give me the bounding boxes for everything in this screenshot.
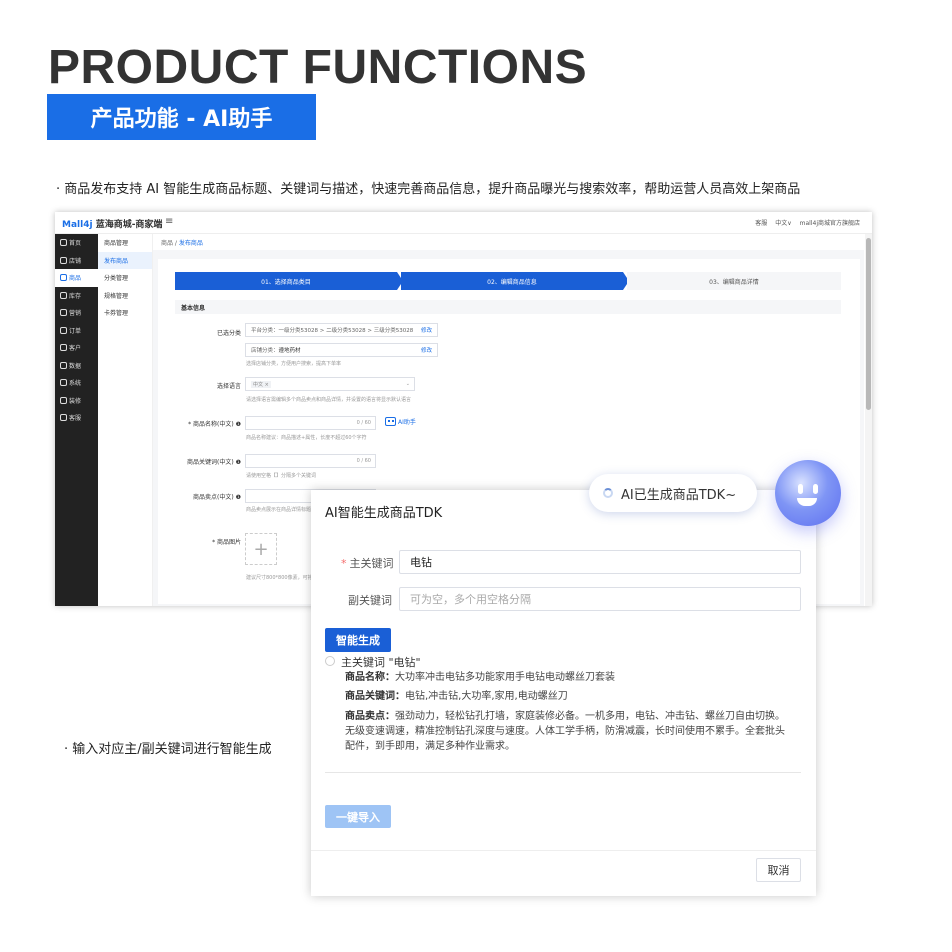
language-hint: 请选择语言需编辑多个商品卖点和商品详情，并设置的语言将显示默认语言 <box>246 397 412 403</box>
product-name-label: * 商品名称(中文) ❶ <box>188 421 241 428</box>
service-icon <box>60 414 67 422</box>
dialog-title: AI智能生成商品TDK <box>325 506 443 521</box>
step-1: 01、选择商品类目 <box>175 272 397 290</box>
top-right-actions: 客服 中文∨ mall4j商城官方旗舰店 <box>755 218 860 227</box>
category-label: 已选分类 <box>216 330 241 337</box>
sidebar-item-inventory[interactable]: 库存 <box>55 287 98 305</box>
edit-platform-category-link[interactable]: 修改 <box>421 326 432 334</box>
chevron-down-icon: ⌄ <box>405 381 410 387</box>
submenu: 商品管理 发布商品 分类管理 规格管理 卡券管理 <box>98 234 153 606</box>
cancel-button[interactable]: 取消 <box>756 858 801 882</box>
scrollbar-thumb[interactable] <box>866 238 871 410</box>
platform-category-field[interactable]: 平台分类：一级分类53028 > 二级分类53028 > 三级分类53028 修改 <box>245 323 438 337</box>
product-keywords-hint: 请使用空格【】分隔多个关键词 <box>246 473 317 479</box>
customer-icon <box>60 344 67 352</box>
sidebar-item-system[interactable]: 系统 <box>55 374 98 392</box>
goods-icon <box>60 274 67 282</box>
feature-bullet-2: · 输入对应主/副关键词进行智能生成 <box>64 742 272 757</box>
mascot-mouth <box>797 498 817 506</box>
sidebar-item-marketing[interactable]: 营销 <box>55 304 98 322</box>
sub-keyword-input[interactable]: 可为空，多个用空格分隔 <box>399 587 801 611</box>
store-name[interactable]: mall4j商城官方旗舰店 <box>800 218 860 227</box>
upload-image-button[interactable]: + <box>245 533 277 565</box>
mascot-eye <box>798 484 803 494</box>
breadcrumb: 商品 / 发布商品 <box>161 240 203 247</box>
category-hint: 选择店铺分类，方便用户搜索，提高下单率 <box>246 361 342 367</box>
main-keyword-label: * 主关键词 <box>341 557 394 570</box>
product-keywords-input[interactable]: 0 / 60 <box>245 454 376 468</box>
mascot-eye <box>813 484 818 494</box>
product-image-label: * 商品图片 <box>212 539 241 546</box>
language-select[interactable]: 中文 × ⌄ <box>245 377 415 391</box>
result-product-name: 商品名称：大功率冲击电钻多功能家用手电钻电动螺丝刀套装 <box>345 672 615 683</box>
home-icon <box>60 239 67 247</box>
language-dropdown[interactable]: 中文∨ <box>775 218 791 227</box>
result-product-keywords: 商品关键词：电钻,冲击钻,大功率,家用,电动螺丝刀 <box>345 691 568 702</box>
main-keyword-input[interactable]: 电钻 <box>399 550 801 574</box>
marketing-icon <box>60 309 67 317</box>
language-label: 选择语言 <box>216 383 241 390</box>
section-basic-info: 基本信息 <box>175 300 841 314</box>
selling-point-label: 商品卖点(中文) ❶ <box>193 494 241 501</box>
submenu-item-goods-manage[interactable]: 商品管理 <box>98 234 152 252</box>
top-bar: Mall4j 蓝海商城-商家端 ≡ 客服 中文∨ mall4j商城官方旗舰店 <box>55 212 872 234</box>
store-icon <box>60 256 67 264</box>
sidebar-item-decor[interactable]: 装修 <box>55 392 98 410</box>
order-icon <box>60 326 67 334</box>
service-link[interactable]: 客服 <box>755 218 767 227</box>
smart-generate-button[interactable]: 智能生成 <box>325 628 391 652</box>
sidebar-item-customer[interactable]: 客户 <box>55 339 98 357</box>
robot-icon <box>385 417 396 426</box>
one-click-import-button[interactable]: 一键导入 <box>325 805 391 828</box>
step-indicator: 01、选择商品类目 02、编辑商品信息 03、编辑商品详情 <box>175 272 841 290</box>
dialog-footer-divider <box>311 850 816 851</box>
menu-toggle-icon[interactable]: ≡ <box>165 216 173 227</box>
dialog-divider <box>325 772 801 773</box>
submenu-item-coupon[interactable]: 卡券管理 <box>98 304 152 322</box>
sidebar-item-service[interactable]: 客服 <box>55 409 98 427</box>
breadcrumb-root[interactable]: 商品 <box>161 240 173 247</box>
app-logo: Mall4j 蓝海商城-商家端 <box>62 220 163 230</box>
result-title: 主关键词 "电钻" <box>341 656 421 669</box>
loading-spinner-icon <box>603 488 613 498</box>
product-name-input[interactable]: 0 / 60 <box>245 416 376 430</box>
ai-mascot-icon <box>775 460 841 526</box>
submenu-item-category[interactable]: 分类管理 <box>98 269 152 287</box>
product-keywords-label: 商品关键词(中文) ❶ <box>187 459 241 466</box>
sidebar-item-home[interactable]: 首页 <box>55 234 98 252</box>
result-radio[interactable] <box>325 656 335 666</box>
ai-status-bubble: AI已生成商品TDK~ <box>589 474 757 512</box>
product-name-hint: 商品名称建议：商品描述+属性，长度不超过60个字符 <box>246 435 367 441</box>
submenu-item-publish[interactable]: 发布商品 <box>98 251 152 269</box>
sub-keyword-label: 副关键词 <box>348 594 392 607</box>
inventory-icon <box>60 291 67 299</box>
data-icon <box>60 361 67 369</box>
sidebar-item-goods[interactable]: 商品 <box>55 269 98 287</box>
ai-status-text: AI已生成商品TDK~ <box>621 487 737 503</box>
submenu-item-spec[interactable]: 规格管理 <box>98 287 152 305</box>
sidebar: 首页 店铺 商品 库存 营销 订单 客户 数据 系统 装修 客服 <box>55 234 98 606</box>
sidebar-item-store[interactable]: 店铺 <box>55 252 98 270</box>
system-icon <box>60 379 67 387</box>
feature-bullet-1: · 商品发布支持 AI 智能生成商品标题、关键词与描述，快速完善商品信息，提升商… <box>56 182 801 197</box>
result-selling-point: 商品卖点：强劲动力，轻松钻孔打墙，家庭装修必备。一机多用，电钻、冲击钻、螺丝刀自… <box>345 711 785 752</box>
decor-icon <box>60 396 67 404</box>
sidebar-item-order[interactable]: 订单 <box>55 322 98 340</box>
hero-subtitle: 产品功能 - AI助手 <box>47 94 316 140</box>
product-image-hint: 建议尺寸800*800像素，可拖 <box>246 575 313 581</box>
selling-point-hint: 商品卖点展示在商品详情标题下 <box>246 507 317 513</box>
ai-helper-button[interactable]: AI助手 <box>385 417 416 426</box>
step-3: 03、编辑商品详情 <box>627 272 841 290</box>
shop-category-field[interactable]: 店铺分类： 遵地药材 修改 <box>245 343 438 357</box>
breadcrumb-current: 发布商品 <box>178 240 203 247</box>
sidebar-item-data[interactable]: 数据 <box>55 357 98 375</box>
language-tag[interactable]: 中文 × <box>251 380 271 388</box>
scrollbar[interactable] <box>865 234 872 606</box>
ai-tdk-dialog: AI智能生成商品TDK * 主关键词 电钻 副关键词 可为空，多个用空格分隔 智能… <box>311 490 816 896</box>
step-2: 02、编辑商品信息 <box>401 272 623 290</box>
hero-title: PRODUCT FUNCTIONS <box>48 41 588 94</box>
edit-shop-category-link[interactable]: 修改 <box>421 346 432 354</box>
